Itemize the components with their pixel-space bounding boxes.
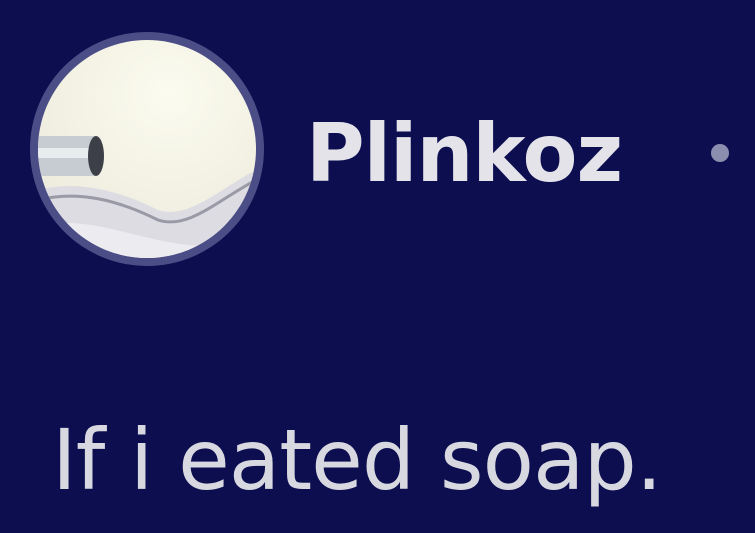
post-header: Plinkoz <box>0 0 755 300</box>
avatar[interactable] <box>30 32 264 266</box>
dot-separator-icon <box>711 144 729 162</box>
author-username[interactable]: Plinkoz <box>306 104 623 204</box>
post-text: If i eated soap. <box>52 411 663 509</box>
avatar-image <box>38 40 256 258</box>
